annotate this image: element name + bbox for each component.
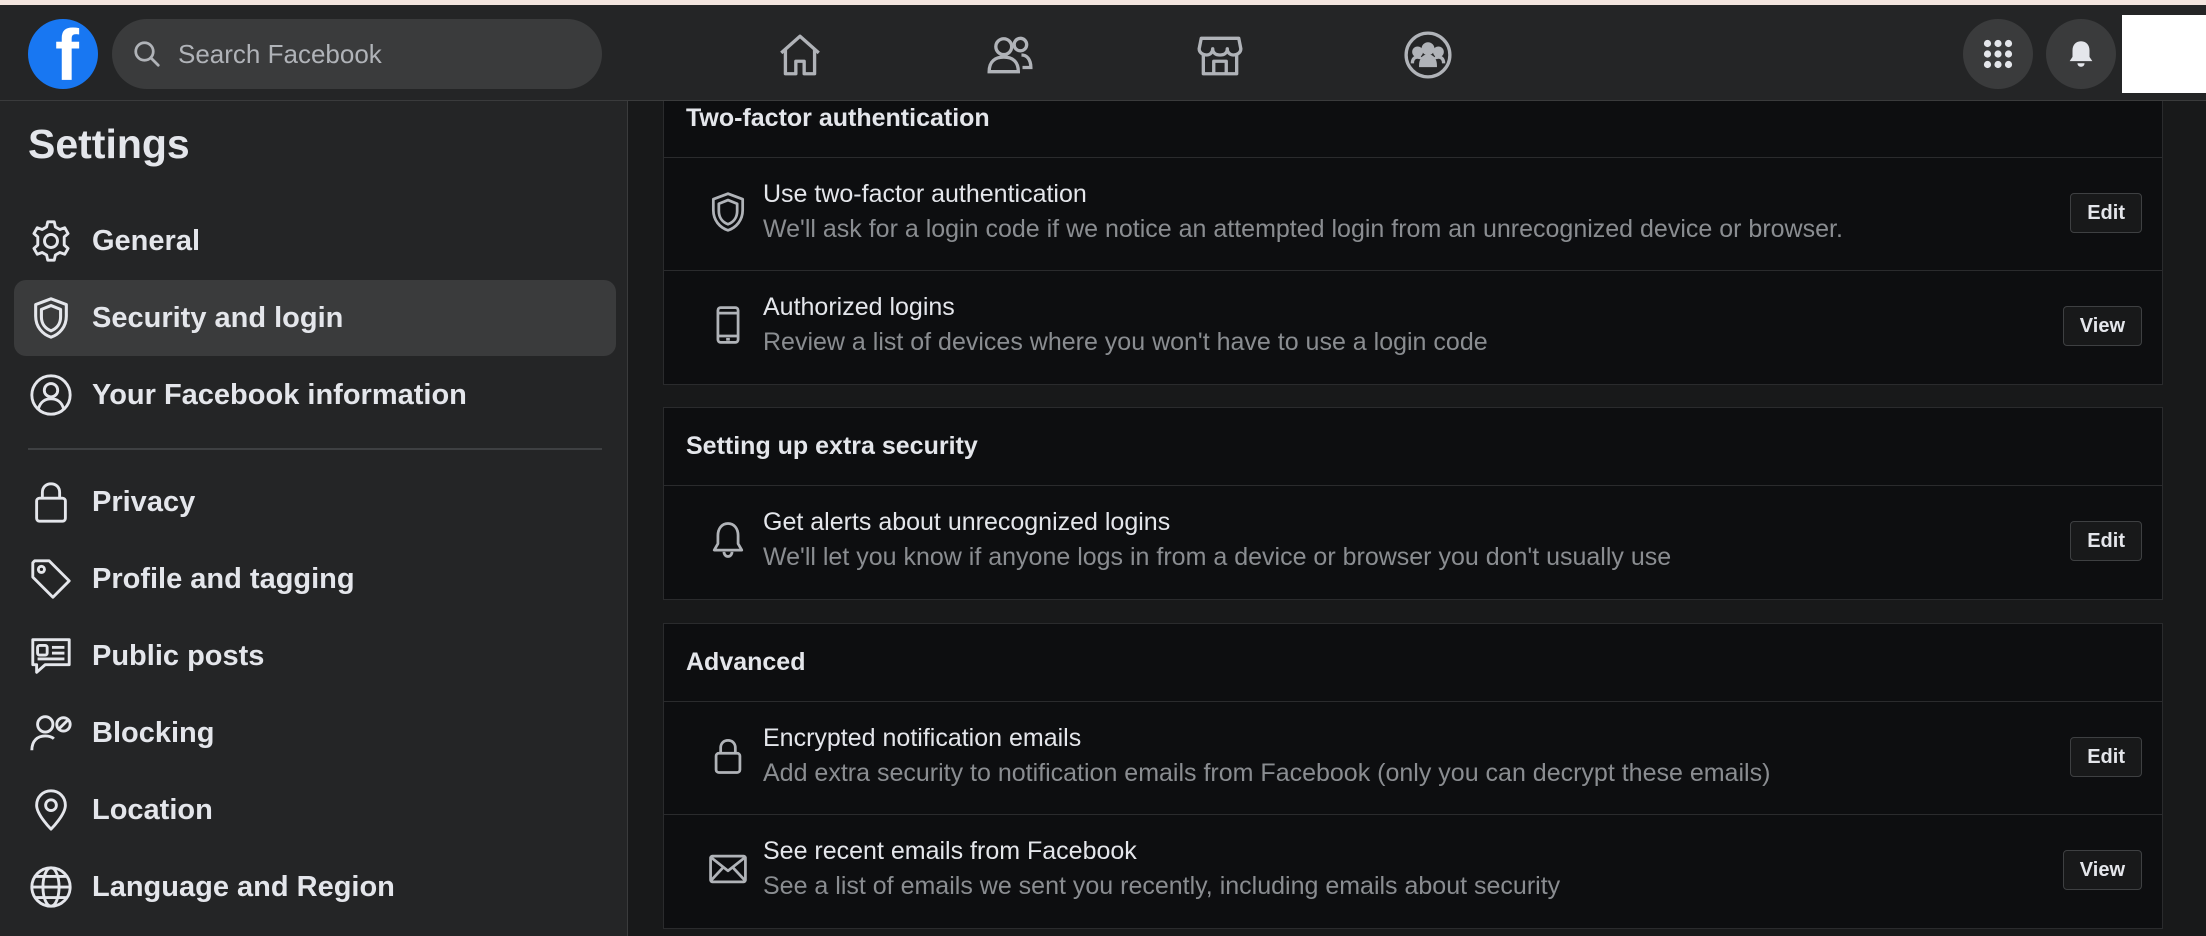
sidebar-item-label: Blocking [92, 716, 215, 749]
bell-icon [712, 522, 744, 558]
section-title: Setting up extra security [664, 408, 2162, 486]
lock-icon [714, 739, 742, 774]
setting-description: We'll let you know if anyone logs in fro… [763, 543, 1672, 571]
friends-nav-button[interactable] [980, 25, 1040, 85]
gear-icon [32, 220, 70, 262]
home-nav-button[interactable] [770, 25, 830, 85]
phone-icon [716, 306, 740, 344]
groups-nav-button[interactable] [1398, 25, 1458, 85]
edit-button[interactable]: Edit [2070, 521, 2142, 561]
section-two-factor-authentication: Two-factor authentication Use two-factor… [663, 101, 2163, 385]
setting-title: Get alerts about unrecognized logins [763, 508, 1171, 536]
shield-icon [711, 192, 745, 232]
edit-button[interactable]: Edit [2070, 193, 2142, 233]
view-button[interactable]: View [2062, 850, 2142, 890]
tag-icon [31, 559, 71, 599]
friends-icon [987, 36, 1033, 74]
sidebar-title: Settings [28, 121, 190, 167]
globe-icon [30, 866, 72, 908]
user-circle-icon [30, 374, 72, 416]
setting-title: Use two-factor authentication [763, 180, 1087, 208]
sidebar-item-label: Your Facebook information [92, 378, 467, 411]
home-icon [780, 34, 820, 76]
setting-description: We'll ask for a login code if we notice … [763, 215, 1843, 243]
menu-grid-icon [1983, 39, 2013, 69]
search-icon [134, 41, 160, 67]
sidebar-item-label: Privacy [92, 485, 196, 518]
setting-title: See recent emails from Facebook [763, 837, 1137, 865]
marketplace-nav-button[interactable] [1190, 25, 1250, 85]
setting-row-use-two-factor-authentication[interactable]: Use two-factor authentication We'll ask … [664, 158, 2162, 271]
sidebar-item-your-facebook-information[interactable]: Your Facebook information [14, 357, 616, 433]
setting-row-authorized-logins[interactable]: Authorized logins Review a list of devic… [664, 271, 2162, 384]
blocking-icon [30, 715, 72, 751]
sidebar-divider [28, 448, 602, 450]
setting-row-get-alerts-about-unrecognized-logins[interactable]: Get alerts about unrecognized logins We'… [664, 486, 2162, 599]
sidebar-item-label: Location [92, 793, 213, 826]
sidebar-item-privacy[interactable]: Privacy [14, 464, 616, 540]
setting-row-see-recent-emails-from-facebook[interactable]: See recent emails from Facebook See a li… [664, 815, 2162, 928]
envelope-icon [709, 854, 747, 884]
sidebar-item-blocking[interactable]: Blocking [14, 695, 616, 771]
notifications-bell-icon [2069, 41, 2093, 67]
setting-title: Encrypted notification emails [763, 724, 1082, 752]
sidebar-item-label: General [92, 224, 200, 257]
public-posts-icon [31, 638, 71, 674]
sidebar-item-label: Security and login [92, 301, 344, 334]
notifications-button[interactable] [2046, 19, 2116, 89]
sidebar-item-security-and-login[interactable]: Security and login [14, 280, 616, 356]
sidebar-item-public-posts[interactable]: Public posts [14, 618, 616, 694]
sidebar-item-profile-and-tagging[interactable]: Profile and tagging [14, 541, 616, 617]
section-setting-up-extra-security: Setting up extra security Get alerts abo… [663, 407, 2163, 600]
search-box[interactable] [112, 19, 602, 89]
sidebar-item-location[interactable]: Location [14, 772, 616, 848]
location-pin-icon [35, 789, 67, 831]
search-input[interactable] [176, 37, 580, 71]
setting-description: See a list of emails we sent you recentl… [763, 872, 1561, 900]
sidebar-item-label: Public posts [92, 639, 265, 672]
section-advanced: Advanced Encrypted notification emails A… [663, 623, 2163, 929]
lock-icon [35, 482, 67, 523]
menu-button[interactable] [1963, 19, 2033, 89]
facebook-logo[interactable]: f [28, 19, 98, 89]
settings-content: Two-factor authentication Use two-factor… [629, 101, 2206, 936]
top-navigation-bar: f [0, 5, 2206, 101]
sidebar-item-general[interactable]: General [14, 203, 616, 279]
settings-sidebar: Settings General Security and login Your… [0, 101, 628, 936]
edit-button[interactable]: Edit [2070, 737, 2142, 777]
sidebar-item-label: Profile and tagging [92, 562, 355, 595]
section-title: Advanced [664, 624, 2162, 702]
section-title: Two-factor authentication [664, 101, 2162, 158]
setting-row-encrypted-notification-emails[interactable]: Encrypted notification emails Add extra … [664, 702, 2162, 815]
sidebar-item-language-and-region[interactable]: Language and Region [14, 849, 616, 925]
view-button[interactable]: View [2062, 306, 2142, 346]
marketplace-icon [1197, 36, 1243, 76]
groups-icon [1404, 31, 1452, 79]
setting-description: Add extra security to notification email… [763, 759, 1771, 787]
shield-icon [34, 297, 68, 339]
account-avatar[interactable] [2122, 15, 2206, 93]
sidebar-item-label: Language and Region [92, 870, 395, 903]
setting-description: Review a list of devices where you won't… [763, 328, 1488, 356]
setting-title: Authorized logins [763, 293, 955, 321]
